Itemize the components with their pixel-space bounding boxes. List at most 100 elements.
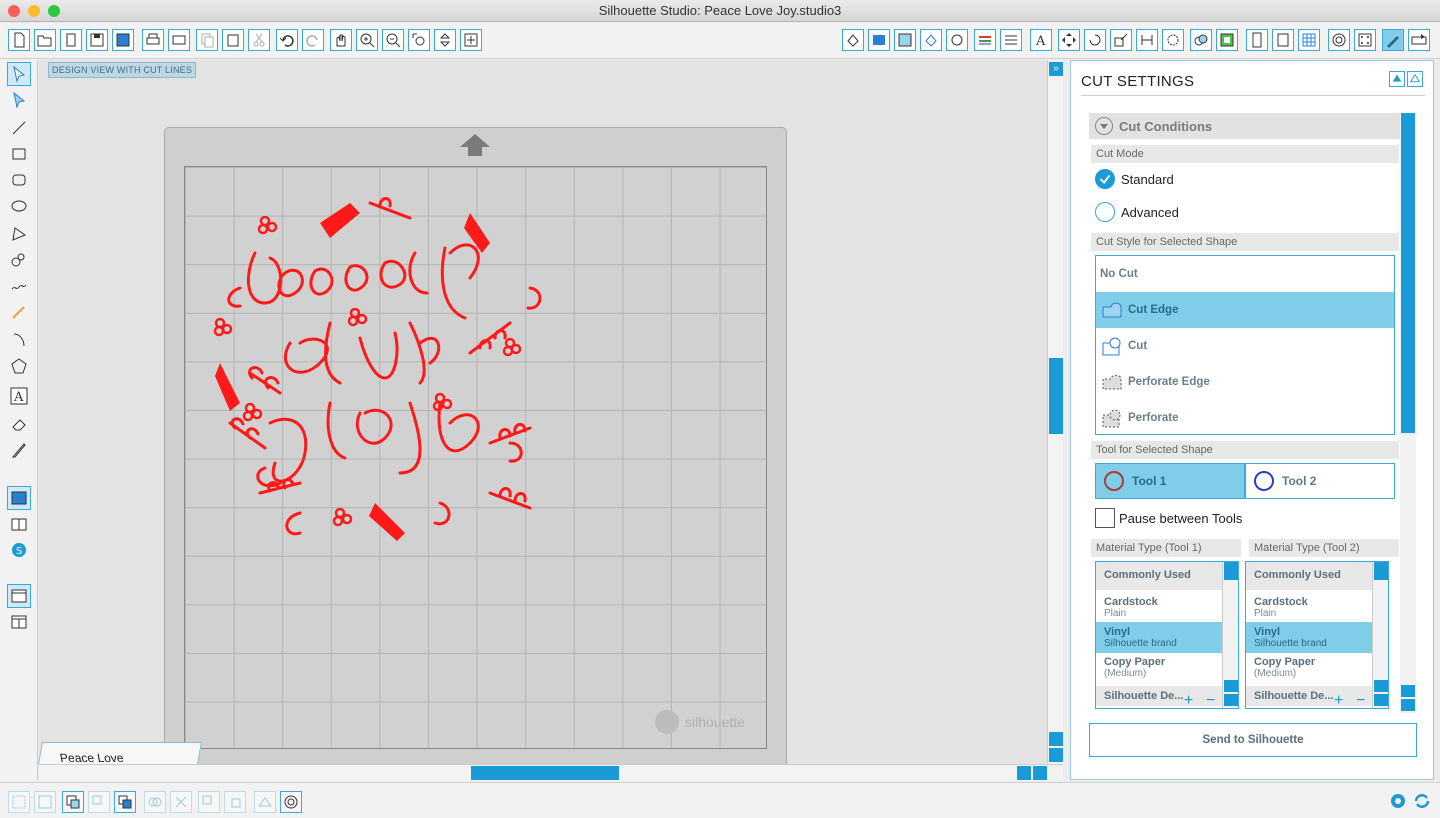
curve-tool-icon[interactable] (7, 248, 31, 272)
tool-1-option[interactable]: Tool 1 (1095, 463, 1245, 499)
expand-panel-icon[interactable]: » (1049, 62, 1063, 76)
zoom-in-icon[interactable] (356, 29, 378, 51)
list-item[interactable]: Copy Paper (Medium) (1096, 652, 1222, 683)
print-cut-icon[interactable] (168, 29, 190, 51)
add-material-icon[interactable]: + (1184, 692, 1193, 708)
offset-bottom-icon[interactable] (280, 791, 302, 813)
cut-option[interactable]: Cut (1096, 328, 1394, 364)
standard-radio[interactable] (1095, 169, 1115, 189)
line-tool-icon[interactable] (7, 116, 31, 140)
pixscan-icon[interactable] (1354, 29, 1376, 51)
polygon-tool-icon[interactable] (7, 222, 31, 246)
modify-icon[interactable] (1190, 29, 1212, 51)
save-library-icon[interactable] (112, 29, 134, 51)
scale-icon[interactable] (1110, 29, 1132, 51)
gear-icon[interactable] (1388, 791, 1408, 811)
horizontal-scroll-thumb[interactable] (471, 766, 619, 780)
fill-gradient-icon[interactable] (868, 29, 890, 51)
arc-tool-icon[interactable] (7, 328, 31, 352)
cut-settings-icon[interactable] (1382, 29, 1404, 51)
list-item[interactable]: Commonly Used (1096, 562, 1222, 590)
list-item[interactable]: Cardstock Plain (1096, 592, 1222, 623)
library-view-icon[interactable] (7, 512, 31, 536)
move-icon[interactable] (1136, 29, 1158, 51)
list-item[interactable]: Commonly Used (1246, 562, 1372, 590)
tool-2-option[interactable]: Tool 2 (1245, 463, 1395, 499)
replicate-icon[interactable] (1162, 29, 1184, 51)
panel-scroll-down-icon[interactable] (1401, 699, 1415, 711)
add-material-icon[interactable]: + (1334, 692, 1343, 708)
save-icon[interactable] (86, 29, 108, 51)
advanced-radio[interactable] (1095, 202, 1115, 222)
ungroup-icon[interactable] (34, 791, 56, 813)
library-icon[interactable] (60, 29, 82, 51)
release-compound-icon[interactable] (88, 791, 110, 813)
material-list-tool2[interactable]: Commonly Used Cardstock Plain Vinyl Silhou… (1245, 561, 1389, 709)
print-icon[interactable] (142, 29, 164, 51)
zoom-drag-icon[interactable] (434, 29, 456, 51)
panel-collapse-icon[interactable] (1389, 71, 1405, 87)
rotate-icon[interactable] (1084, 29, 1106, 51)
redo-icon[interactable] (302, 29, 324, 51)
weld-icon[interactable] (144, 791, 166, 813)
copy-icon[interactable] (196, 29, 218, 51)
undo-icon[interactable] (276, 29, 298, 51)
line-color-icon[interactable] (920, 29, 942, 51)
rounded-rectangle-tool-icon[interactable] (7, 168, 31, 192)
cut-conditions-header[interactable]: Cut Conditions (1089, 113, 1401, 139)
line-style-icon[interactable] (946, 29, 968, 51)
fill-color-icon[interactable] (842, 29, 864, 51)
horizontal-scrollbar[interactable] (39, 764, 1063, 781)
trace-icon[interactable] (1328, 29, 1350, 51)
offset-icon[interactable] (1216, 29, 1238, 51)
select-arrow-icon[interactable] (7, 62, 31, 86)
pause-between-tools-checkbox[interactable] (1095, 508, 1115, 528)
perforate-option[interactable]: Perforate (1096, 400, 1394, 436)
panel-view-icon[interactable] (7, 584, 31, 608)
page-setup-icon[interactable] (1246, 29, 1268, 51)
panel-scroll-thumb[interactable] (1401, 113, 1415, 433)
material-list-scrollbar[interactable] (1222, 562, 1238, 708)
duplicate-icon[interactable] (198, 791, 220, 813)
text-style-icon[interactable]: A (1030, 29, 1052, 51)
registration-icon[interactable] (1272, 29, 1294, 51)
text-tool-icon[interactable]: A (7, 384, 31, 408)
line-weight-icon[interactable] (1000, 29, 1022, 51)
send-to-silhouette-icon[interactable] (1408, 29, 1430, 51)
new-document-icon[interactable] (8, 29, 30, 51)
fit-page-icon[interactable] (460, 29, 482, 51)
list-item[interactable]: Copy Paper (Medium) (1246, 652, 1372, 683)
transform-icon[interactable] (1058, 29, 1080, 51)
pan-hand-icon[interactable] (330, 29, 352, 51)
panel-detach-icon[interactable] (1407, 71, 1423, 87)
scroll-down-icon[interactable] (1049, 748, 1063, 762)
list-item[interactable]: Vinyl Silhouette brand (1096, 622, 1222, 653)
peace-love-joy-design[interactable] (210, 193, 550, 553)
cut-scissors-icon[interactable] (248, 29, 270, 51)
freehand-tool-icon[interactable] (7, 274, 31, 298)
material-list-scrollbar[interactable] (1372, 562, 1388, 708)
design-workspace[interactable]: DESIGN VIEW WITH CUT LINES silhouette (39, 60, 1047, 777)
group-icon[interactable] (8, 791, 30, 813)
grid-icon[interactable] (1298, 29, 1320, 51)
trace-bottom-icon[interactable] (254, 791, 276, 813)
ellipse-tool-icon[interactable] (7, 194, 31, 218)
no-cut-option[interactable]: No Cut (1096, 256, 1394, 292)
vertical-scrollbar[interactable]: » (1047, 60, 1063, 764)
fill-pattern-icon[interactable] (894, 29, 916, 51)
close-window-button[interactable] (8, 5, 20, 17)
design-view-icon[interactable] (7, 486, 31, 510)
line-color-bars-icon[interactable] (974, 29, 996, 51)
open-folder-icon[interactable] (34, 29, 56, 51)
make-compound-icon[interactable] (62, 791, 84, 813)
list-item[interactable]: Cardstock Plain (1246, 592, 1372, 623)
send-back-icon[interactable] (224, 791, 246, 813)
panel-scroll-up-icon[interactable] (1401, 685, 1415, 697)
cut-edge-option[interactable]: Cut Edge (1096, 292, 1394, 328)
list-item[interactable]: Silhouette De... (1246, 686, 1372, 706)
scroll-left-icon[interactable] (1017, 766, 1031, 780)
send-to-silhouette-button[interactable]: Send to Silhouette (1089, 723, 1417, 757)
point-edit-icon[interactable] (7, 88, 31, 112)
paste-icon[interactable] (222, 29, 244, 51)
zoom-out-icon[interactable] (382, 29, 404, 51)
